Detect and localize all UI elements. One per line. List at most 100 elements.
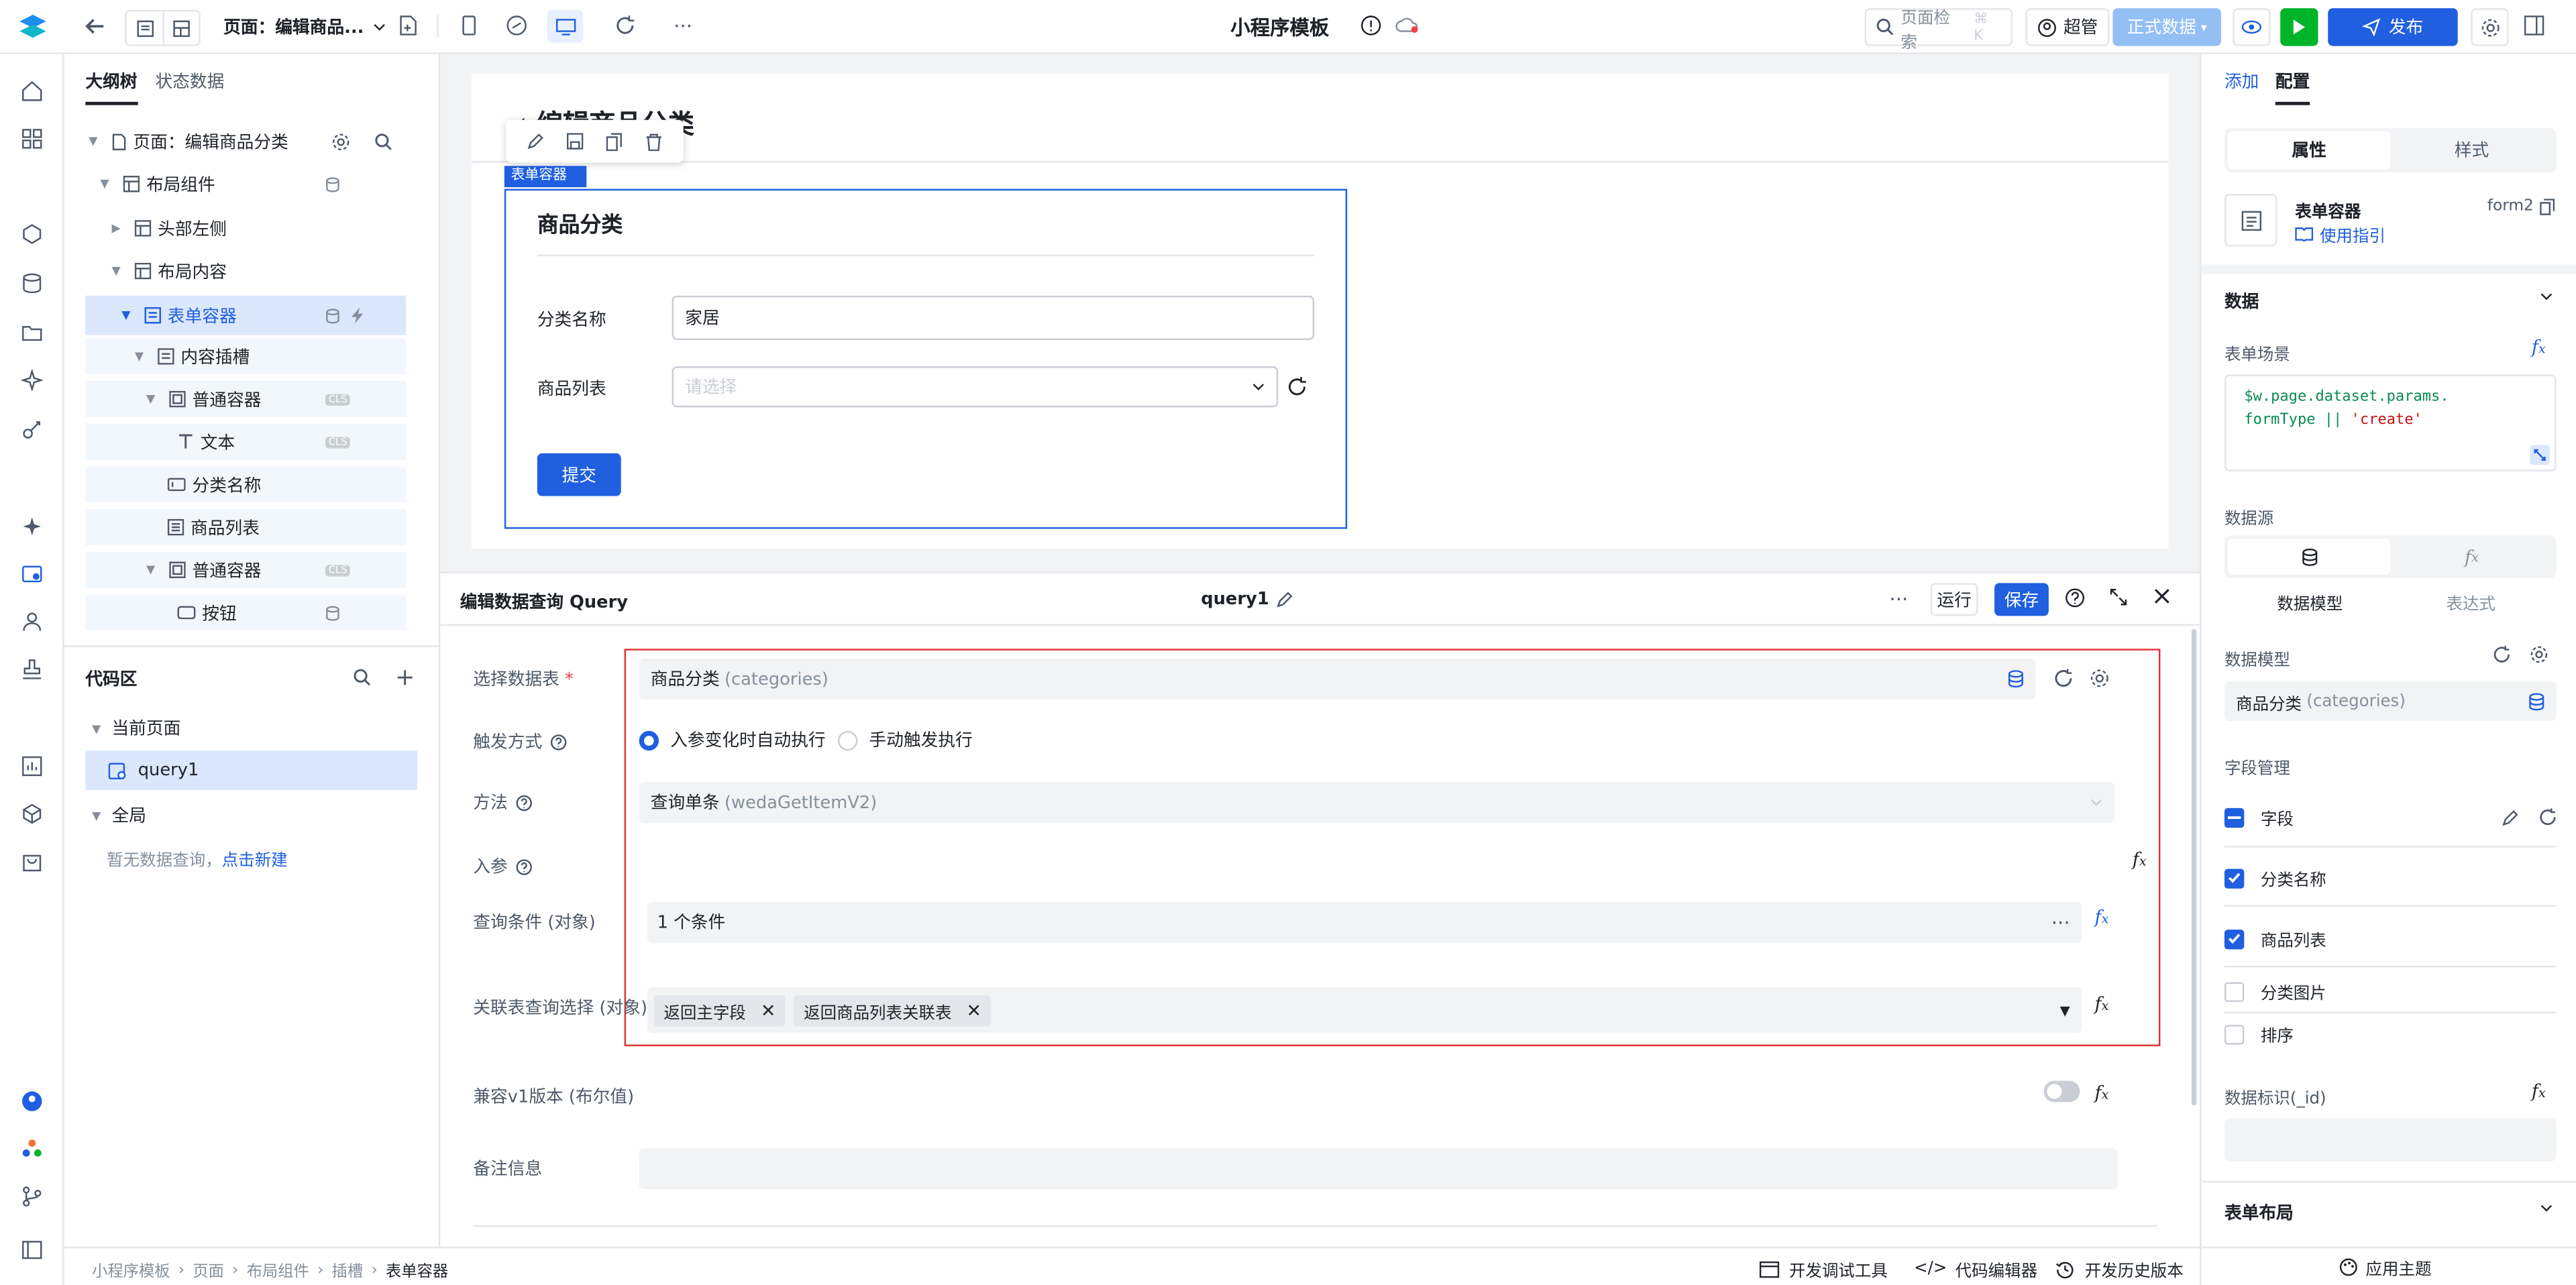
refresh-icon[interactable] (2492, 645, 2510, 663)
form-scene-code[interactable]: $w.page.dataset.params. formType || 'cre… (2224, 374, 2557, 471)
stamp-icon[interactable] (21, 659, 43, 680)
more-icon[interactable]: ··· (2051, 911, 2070, 934)
code-search-icon[interactable] (354, 669, 372, 687)
collapse-sidebar-icon[interactable] (21, 1240, 43, 1260)
tree-node-category-name[interactable]: 分类名称 (85, 466, 406, 503)
database-icon[interactable] (21, 273, 43, 294)
checkbox-unchecked-icon[interactable] (2224, 981, 2245, 1001)
ai-spark-icon[interactable] (21, 370, 43, 391)
account-icon[interactable] (21, 1091, 43, 1112)
add-page-icon[interactable] (398, 15, 417, 36)
category-name-input[interactable]: 家居 (672, 295, 1315, 340)
tree-node-button[interactable]: 按钮 (85, 594, 406, 631)
tree-node-container[interactable]: ▼ 普通容器 CLS (85, 381, 406, 418)
edit-pencil-icon[interactable] (527, 133, 543, 150)
user-menu[interactable]: 超管 (2025, 8, 2110, 46)
global-group[interactable]: ▼ 全局 (92, 803, 146, 828)
field-all-row[interactable]: 字段 (2224, 805, 2557, 830)
breadcrumb-item[interactable]: 小程序模板 (92, 1258, 170, 1281)
field-row[interactable]: 分类名称 (2224, 866, 2326, 890)
save-template-icon[interactable] (566, 133, 584, 150)
tree-search-icon[interactable] (374, 132, 392, 150)
product-list-select[interactable]: 请选择 (672, 366, 1279, 408)
chevron-down-icon[interactable] (2540, 292, 2553, 302)
help-icon[interactable] (516, 858, 532, 875)
method-select[interactable]: 查询单条 (wedaGetItemV2) (639, 781, 2114, 823)
fx-expression-icon[interactable]: fx (2133, 849, 2147, 871)
condition-field[interactable]: 1 个条件 ··· (647, 901, 2082, 943)
form-container[interactable]: 商品分类 分类名称 家居 商品列表 请选择 提交 (504, 188, 1348, 529)
page-settings-icon[interactable] (332, 132, 350, 150)
data-id-input[interactable] (2224, 1118, 2557, 1162)
data-model-select[interactable]: 商品分类 (categories) (2224, 681, 2557, 722)
edit-pencil-icon[interactable] (2502, 809, 2518, 826)
close-icon[interactable] (2154, 588, 2170, 604)
query1-item[interactable]: query1 (85, 750, 418, 790)
help-icon[interactable] (550, 733, 567, 750)
settings-gear-icon[interactable] (2090, 669, 2109, 688)
field-row[interactable]: 分类图片 (2224, 979, 2326, 1003)
run-play-icon[interactable] (2280, 8, 2318, 46)
close-icon[interactable]: ✕ (761, 999, 776, 1021)
expression-option[interactable]: fx (2390, 539, 2553, 575)
checkbox-checked-icon[interactable] (2224, 868, 2245, 888)
tree-node-product-list[interactable]: 商品列表 (85, 509, 406, 546)
home-icon[interactable] (21, 80, 43, 102)
apps-grid-icon[interactable] (21, 128, 43, 150)
tab-state-data[interactable]: 状态数据 (155, 69, 224, 105)
reload-options-icon[interactable] (1287, 376, 1308, 398)
checkbox-unchecked-icon[interactable] (2224, 1023, 2245, 1044)
field-row[interactable]: 商品列表 (2224, 926, 2326, 951)
dev-tools-button[interactable]: 开发调试工具 (1759, 1256, 1888, 1281)
checkbox-checked-icon[interactable] (2224, 928, 2245, 949)
fx-expression-icon[interactable]: fx (2532, 1080, 2546, 1102)
tab-outline[interactable]: 大纲树 (85, 69, 138, 105)
settings-gear-icon[interactable] (2530, 645, 2548, 663)
api-folder-icon[interactable] (21, 322, 43, 343)
expand-icon[interactable] (2110, 588, 2128, 606)
page-selector[interactable]: 页面：编辑商品... (223, 15, 387, 40)
tablet-preview-icon[interactable] (506, 15, 527, 36)
refresh-icon[interactable] (614, 15, 636, 36)
fx-expression-icon[interactable]: fx (2094, 907, 2108, 928)
fx-expression-icon[interactable]: fx (2094, 994, 2108, 1015)
chevron-down-icon[interactable] (2540, 1204, 2553, 1214)
tree-node-content-slot[interactable]: ▼ 内容插槽 (85, 338, 406, 375)
scrollbar[interactable] (2191, 628, 2197, 1106)
more-icon[interactable]: ··· (1889, 588, 1908, 611)
create-query-link[interactable]: 点击新建 (222, 846, 288, 871)
mobile-preview-icon[interactable] (462, 15, 476, 36)
app-theme-button[interactable]: 应用主题 (2339, 1255, 2432, 1280)
tree-node-layout[interactable]: ▼ 布局组件 (85, 166, 406, 202)
component-icon[interactable] (21, 223, 43, 245)
fx-expression-icon[interactable]: fx (2094, 1082, 2108, 1104)
users-icon[interactable] (21, 611, 43, 632)
add-query-icon[interactable] (396, 669, 414, 687)
tree-node-header-left[interactable]: ▶ 头部左侧 (85, 210, 406, 246)
fx-expression-icon[interactable]: fx (2532, 337, 2546, 358)
tab-config[interactable]: 配置 (2275, 69, 2310, 105)
settings-gear-icon[interactable] (2471, 8, 2509, 46)
trigger-manual-radio[interactable]: 手动触发执行 (837, 728, 973, 752)
seg-style[interactable]: 样式 (2390, 131, 2553, 169)
page-search[interactable]: 页面检索 ⌘ K (1864, 8, 2013, 52)
breadcrumb-item[interactable]: 插槽 (332, 1258, 364, 1281)
layout-icon[interactable] (162, 11, 199, 45)
refresh-icon[interactable] (2538, 808, 2557, 826)
breadcrumb-item[interactable]: 布局组件 (247, 1258, 309, 1281)
breadcrumb-item[interactable]: 表单容器 (386, 1258, 448, 1281)
data-model-option[interactable] (2227, 539, 2391, 575)
tree-node-form-container[interactable]: ▼ 表单容器 (85, 295, 406, 335)
submit-button[interactable]: 提交 (537, 453, 621, 496)
ai-assistant-icon[interactable] (21, 516, 43, 537)
env-selector[interactable]: 正式数据 ▾ (2112, 8, 2222, 46)
rename-pencil-icon[interactable] (1277, 592, 1293, 608)
save-button[interactable]: 保存 (1994, 583, 2049, 616)
panel-toggle-icon[interactable] (2524, 15, 2545, 36)
back-arrow-icon[interactable] (84, 15, 107, 38)
trigger-auto-radio[interactable]: 入参变化时自动执行 (639, 728, 826, 752)
checkbox-partial-icon[interactable] (2224, 807, 2245, 828)
delete-trash-icon[interactable] (645, 132, 661, 151)
copy-icon[interactable] (2540, 198, 2555, 215)
run-button[interactable]: 运行 (1930, 583, 1978, 616)
